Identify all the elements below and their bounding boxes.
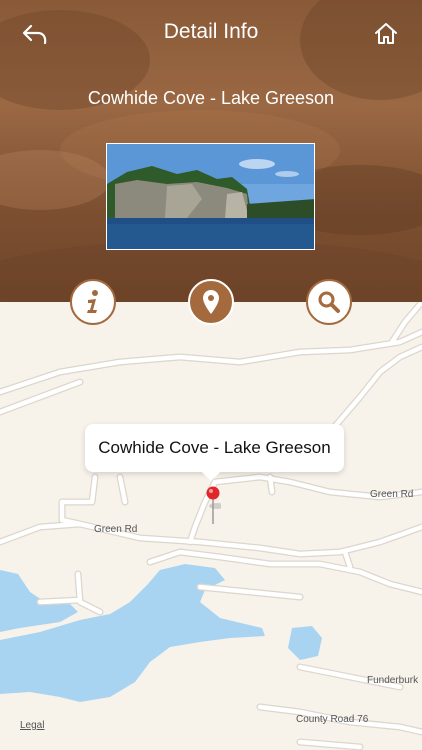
road-label-county-road: County Road 76 [296,714,369,725]
home-button[interactable] [372,20,400,48]
info-button[interactable] [70,279,116,325]
map-callout[interactable]: Cowhide Cove - Lake Greeson [85,424,344,472]
road-label-green-rd-left: Green Rd [94,524,138,535]
map-canvas[interactable] [0,302,422,750]
map-view[interactable] [0,302,422,750]
header-banner: Detail Info Cowhide Cove - Lake Greeson [0,0,422,302]
search-button[interactable] [306,279,352,325]
place-photo [106,143,315,250]
road-label-green-rd-right: Green Rd [370,489,414,500]
search-icon [318,291,340,313]
info-icon [87,290,98,313]
location-pin-icon [203,290,219,314]
map-button[interactable] [188,279,234,325]
page-title: Detail Info [163,20,259,43]
place-name: Cowhide Cove - Lake Greeson [87,88,335,108]
home-icon [375,23,397,44]
road-label-funderburk: Funderburk [367,675,419,686]
map-pin-icon[interactable] [205,486,221,526]
map-legal-link[interactable]: Legal [20,720,44,731]
callout-pointer [201,471,221,481]
